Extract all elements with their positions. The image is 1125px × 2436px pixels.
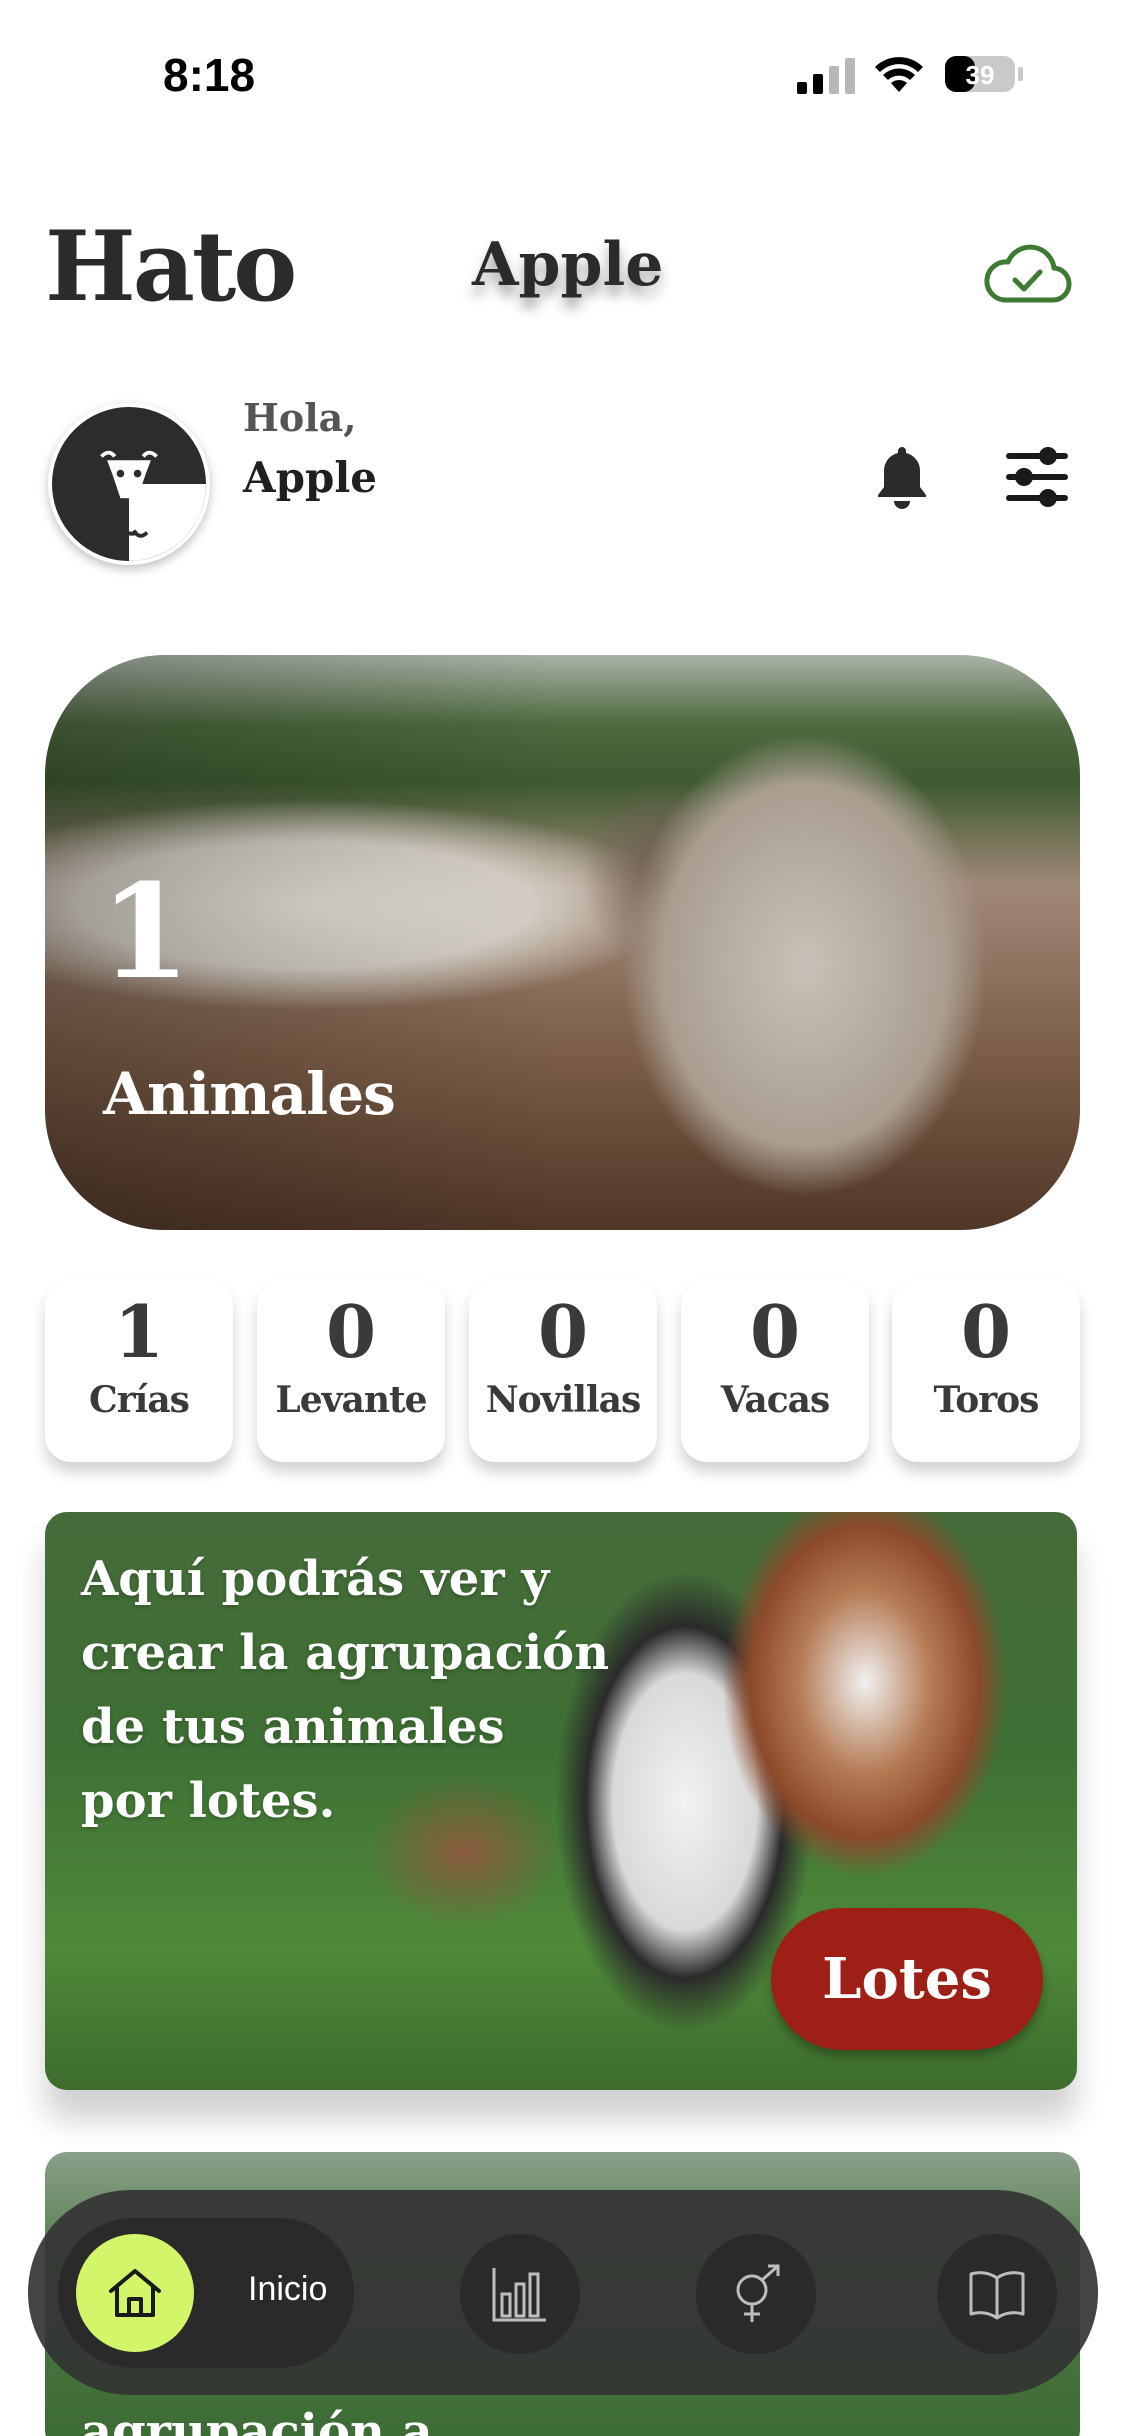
lotes-line: de tus animales xyxy=(81,1699,505,1755)
nav-home-tab[interactable]: Inicio xyxy=(58,2218,354,2368)
battery-icon: 39 xyxy=(945,56,1023,92)
animals-count: 1 xyxy=(100,855,191,1008)
nav-stats-button[interactable] xyxy=(460,2234,580,2354)
greeting-row: Hola, Apple xyxy=(0,395,1125,570)
cellular-signal-icon xyxy=(797,58,855,94)
wifi-icon xyxy=(875,57,923,92)
chip-vacas[interactable]: 0 Vacas xyxy=(681,1280,869,1462)
chip-count: 0 xyxy=(537,1289,589,1374)
greeting-name: Apple xyxy=(243,453,377,502)
chip-levante[interactable]: 0 Levante xyxy=(257,1280,445,1462)
app-header: Hato Apple xyxy=(0,190,1125,330)
chip-count: 1 xyxy=(113,1289,165,1374)
animals-label: Animales xyxy=(103,1060,396,1128)
chip-count: 0 xyxy=(960,1289,1012,1374)
avatar[interactable] xyxy=(48,403,210,565)
chip-count: 0 xyxy=(325,1289,377,1374)
home-icon xyxy=(109,2269,161,2317)
chip-toros[interactable]: 0 Toros xyxy=(892,1280,1080,1462)
book-icon xyxy=(969,2271,1025,2320)
animals-summary-card[interactable]: 1 Animales xyxy=(45,655,1080,1230)
cow-logo-icon xyxy=(100,450,158,538)
bottom-navigation: Inicio xyxy=(28,2190,1098,2395)
cloud-check-icon[interactable] xyxy=(982,242,1072,308)
lotes-line: crear la agrupación xyxy=(81,1625,610,1681)
nav-records-button[interactable] xyxy=(937,2234,1057,2354)
greeting-hello: Hola, xyxy=(243,395,357,440)
category-chips: 1 Crías 0 Levante 0 Novillas 0 Vacas 0 T… xyxy=(45,1280,1080,1465)
sliders-icon[interactable] xyxy=(1004,445,1070,509)
nav-reproduction-button[interactable] xyxy=(696,2234,816,2354)
gender-icon xyxy=(736,2264,780,2322)
nav-home-circle xyxy=(76,2234,194,2352)
hero-image xyxy=(45,655,1080,1230)
lotes-description: Aquí podrás ver y crear la agrupación de… xyxy=(81,1542,641,1838)
battery-level: 39 xyxy=(966,60,995,90)
chip-count: 0 xyxy=(749,1289,801,1374)
chip-label: Levante xyxy=(275,1379,427,1422)
chip-label: Vacas xyxy=(720,1379,830,1422)
lotes-card: Aquí podrás ver y crear la agrupación de… xyxy=(45,1512,1077,2090)
farm-name[interactable]: Apple xyxy=(472,230,663,300)
status-bar: 8:18 39 xyxy=(0,0,1125,150)
chip-label: Crías xyxy=(89,1379,190,1422)
bell-icon[interactable] xyxy=(874,443,930,511)
chip-label: Novillas xyxy=(485,1379,641,1422)
status-time: 8:18 xyxy=(163,49,256,101)
page-title: Hato xyxy=(45,210,297,323)
chip-label: Toros xyxy=(933,1379,1040,1422)
lotes-button[interactable]: Lotes xyxy=(771,1908,1043,2050)
next-card-text: agrupación a xyxy=(81,2404,433,2436)
lotes-line: Aquí podrás ver y xyxy=(81,1551,550,1607)
bar-chart-icon xyxy=(492,2268,546,2322)
lotes-line: por lotes. xyxy=(81,1773,336,1829)
chip-crias[interactable]: 1 Crías xyxy=(45,1280,233,1462)
chip-novillas[interactable]: 0 Novillas xyxy=(469,1280,657,1462)
nav-home-label: Inicio xyxy=(248,2270,328,2308)
